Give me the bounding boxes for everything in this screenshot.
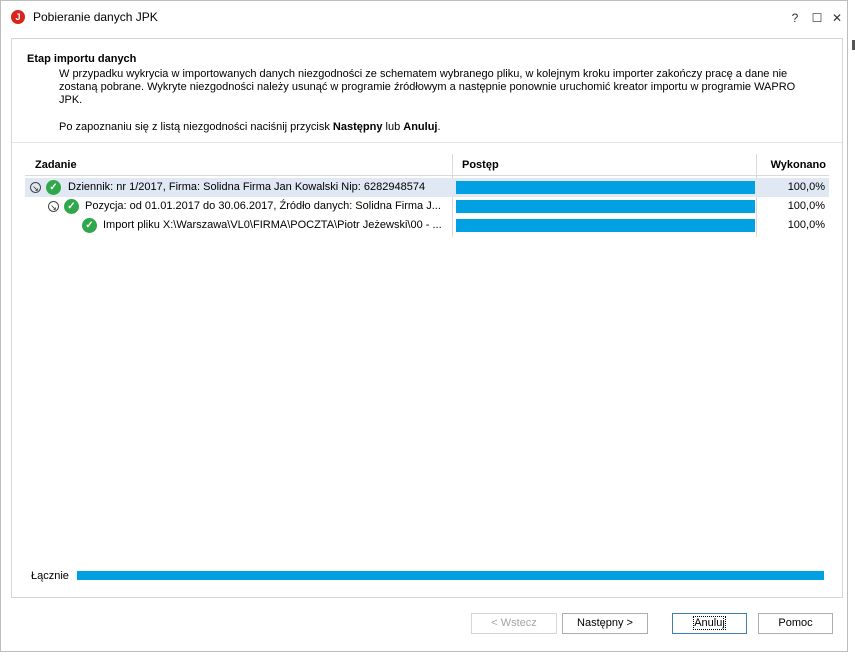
- note-next: Następny: [332, 121, 383, 133]
- window-title: Pobieranie danych JPK: [33, 10, 158, 24]
- note-suffix: .: [437, 121, 441, 133]
- note-cancel: Anuluj: [403, 121, 438, 133]
- content-panel: Etap importu danych W przypadku wykrycia…: [11, 38, 843, 598]
- note-prefix: Po zapoznaniu się z listą niezgodności n…: [59, 121, 333, 133]
- help-button[interactable]: Pomoc: [758, 613, 833, 634]
- dialog-window: J Pobieranie danych JPK ? ☐ ✕ Etap impor…: [0, 0, 848, 652]
- divider: [12, 142, 842, 143]
- percent-done: 100,0%: [787, 181, 825, 193]
- total-progress-bar: [77, 571, 824, 580]
- progress-bar: [456, 181, 755, 194]
- app-logo-icon: J: [11, 10, 25, 24]
- task-name: Dziennik: nr 1/2017, Firma: Solidna Firm…: [68, 181, 426, 193]
- task-grid: Zadanie Postęp Wykonano ↘ ✓ Dziennik: nr…: [25, 154, 829, 239]
- back-button[interactable]: < Wstecz: [471, 613, 557, 634]
- check-icon: ✓: [46, 180, 61, 195]
- task-name: Import pliku X:\Warszawa\VL0\FIRMA\POCZT…: [103, 219, 442, 231]
- column-header-progress[interactable]: Postęp: [453, 154, 756, 176]
- check-icon: ✓: [64, 199, 79, 214]
- collapse-toggle-icon[interactable]: ↘: [30, 182, 41, 193]
- step-note: Po zapoznaniu się z listą niezgodności n…: [59, 121, 441, 133]
- table-row[interactable]: ↘ ✓ Pozycja: od 01.01.2017 do 30.06.2017…: [25, 197, 829, 216]
- cancel-button[interactable]: Anuluj: [672, 613, 747, 634]
- table-row[interactable]: ✓ Import pliku X:\Warszawa\VL0\FIRMA\POC…: [25, 216, 829, 235]
- title-bar: J Pobieranie danych JPK ? ☐ ✕: [1, 1, 847, 34]
- close-icon[interactable]: ✕: [827, 9, 847, 27]
- task-name: Pozycja: od 01.01.2017 do 30.06.2017, Źr…: [85, 200, 441, 212]
- step-title: Etap importu danych: [27, 53, 137, 65]
- progress-bar: [456, 219, 755, 232]
- total-label: Łącznie: [31, 570, 69, 582]
- column-header-task[interactable]: Zadanie: [25, 154, 452, 176]
- note-mid: lub: [382, 121, 404, 133]
- next-button[interactable]: Następny >: [562, 613, 648, 634]
- check-icon: ✓: [82, 218, 97, 233]
- collapse-toggle-icon[interactable]: ↘: [48, 201, 59, 212]
- maximize-icon[interactable]: ☐: [807, 9, 827, 27]
- help-icon[interactable]: ?: [785, 9, 805, 27]
- percent-done: 100,0%: [787, 219, 825, 231]
- progress-bar: [456, 200, 755, 213]
- step-description: W przypadku wykrycia w importowanych dan…: [59, 68, 796, 106]
- column-header-done[interactable]: Wykonano: [757, 154, 829, 176]
- cancel-button-label: Anuluj: [693, 616, 726, 630]
- percent-done: 100,0%: [787, 200, 825, 212]
- table-row[interactable]: ↘ ✓ Dziennik: nr 1/2017, Firma: Solidna …: [25, 178, 829, 197]
